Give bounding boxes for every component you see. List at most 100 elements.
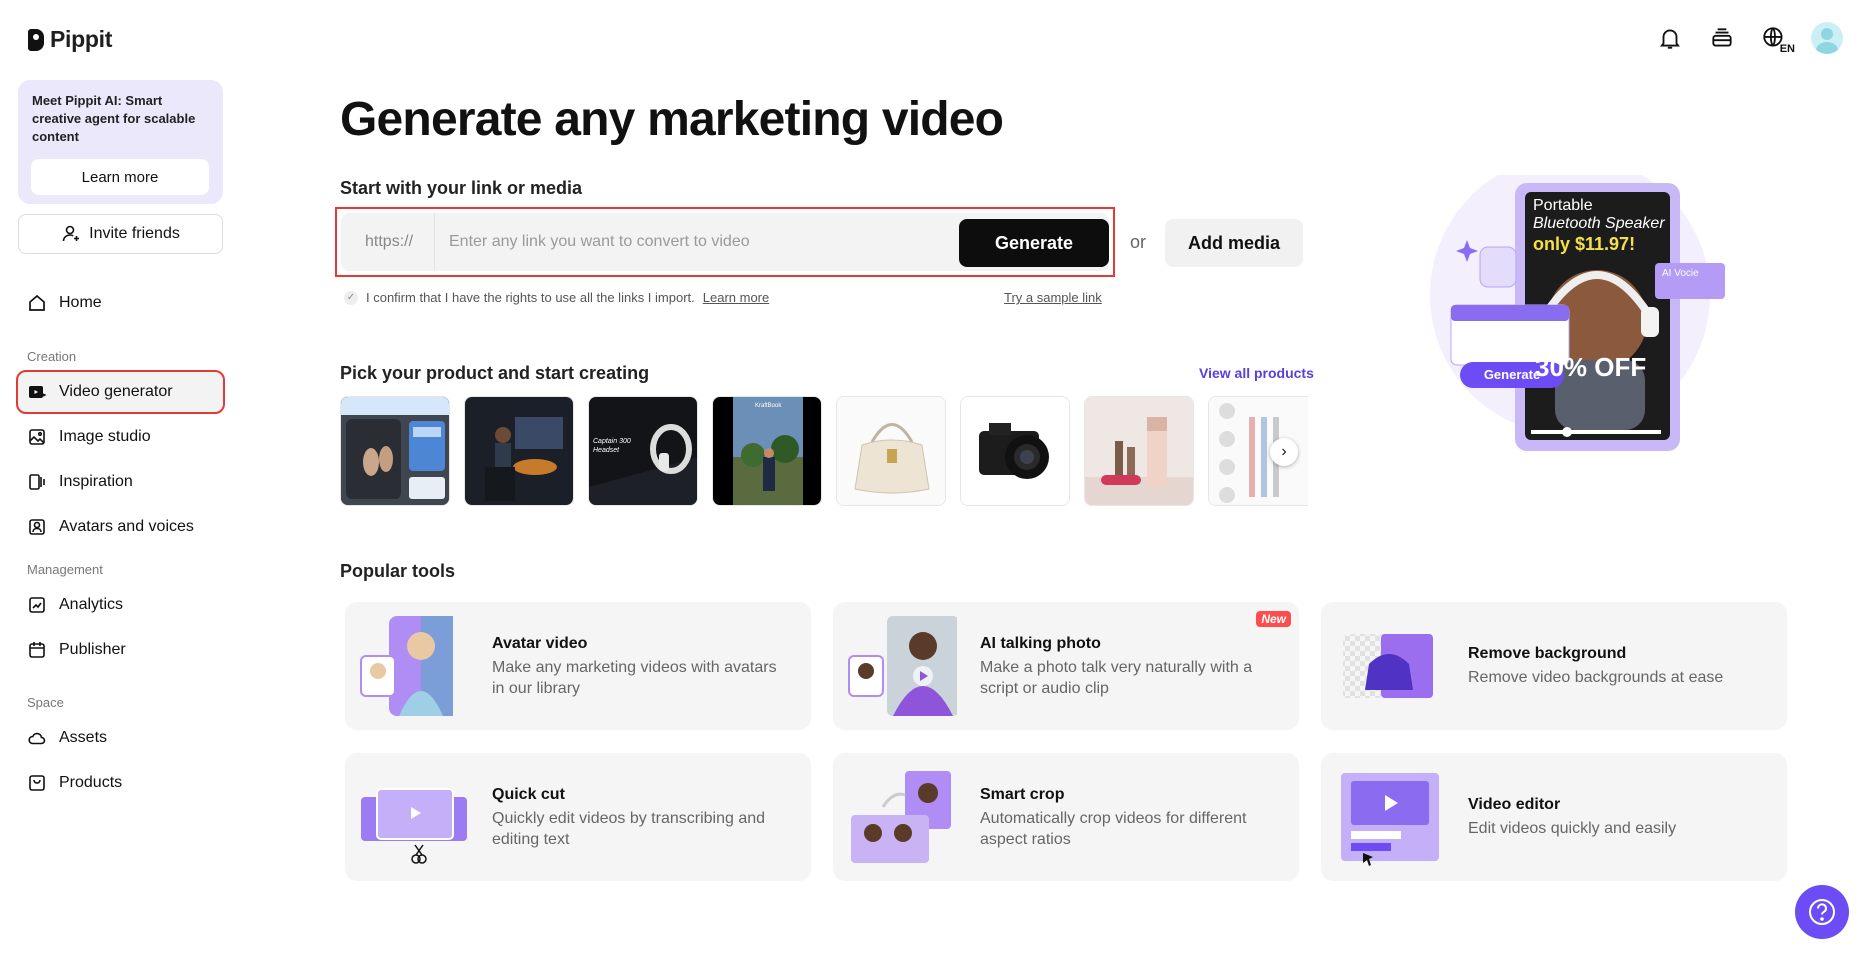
generate-button[interactable]: Generate bbox=[959, 219, 1109, 267]
tool-ai-talking-photo[interactable]: New AI talking photo Make a photo talk v… bbox=[833, 602, 1299, 730]
promo-card: Meet Pippit AI: Smart creative agent for… bbox=[18, 80, 223, 204]
tool-name: Smart crop bbox=[980, 786, 1065, 803]
sidebar-item-label: Analytics bbox=[59, 596, 124, 613]
product-thumbnail[interactable] bbox=[340, 396, 450, 506]
url-prefix: https:// bbox=[365, 233, 414, 250]
popular-tools-heading: Popular tools bbox=[340, 561, 456, 581]
language-code: EN bbox=[1779, 43, 1795, 55]
section-space: Space bbox=[27, 695, 64, 710]
sidebar-item-home[interactable]: Home bbox=[18, 283, 223, 323]
hero-price: only $11.97! bbox=[1533, 234, 1636, 254]
language-selector[interactable]: EN bbox=[1759, 23, 1795, 55]
help-icon bbox=[1809, 899, 1835, 925]
tool-name: Avatar video bbox=[492, 635, 588, 652]
add-user-icon bbox=[61, 224, 81, 244]
tool-remove-background[interactable]: Remove background Remove video backgroun… bbox=[1321, 602, 1787, 730]
link-section-heading: Start with your link or media bbox=[340, 178, 583, 198]
tool-smart-crop[interactable]: Smart crop Automatically crop videos for… bbox=[833, 753, 1299, 881]
product-thumbnail[interactable]: Captain 300 Headset bbox=[588, 396, 698, 506]
divider bbox=[434, 213, 435, 271]
analytics-icon bbox=[27, 595, 47, 615]
svg-text:KraftBook: KraftBook bbox=[755, 403, 782, 409]
hero-ai-voice-chip: AI Vocie bbox=[1662, 268, 1699, 279]
hero-line-2: Bluetooth Speaker bbox=[1533, 215, 1665, 232]
top-bar: EN bbox=[1655, 22, 1865, 55]
tool-description: Automatically crop videos for different … bbox=[980, 810, 1247, 848]
new-badge: New bbox=[1256, 611, 1291, 627]
link-input-group: https:// Generate bbox=[341, 213, 1109, 271]
remove-background-thumbnail bbox=[1335, 616, 1445, 716]
help-button[interactable] bbox=[1795, 885, 1849, 939]
sidebar-item-label: Avatars and voices bbox=[59, 518, 194, 535]
tool-name: Remove background bbox=[1468, 645, 1627, 662]
video-editor-thumbnail bbox=[1335, 767, 1445, 867]
tool-video-editor[interactable]: Video editor Edit videos quickly and eas… bbox=[1321, 753, 1787, 881]
product-thumbnail[interactable] bbox=[960, 396, 1070, 506]
video-generator-icon bbox=[27, 382, 47, 402]
sidebar-item-label: Publisher bbox=[59, 641, 126, 658]
sidebar-item-products[interactable]: Products bbox=[18, 763, 223, 803]
sidebar-item-label: Products bbox=[59, 774, 123, 791]
sidebar-item-label: Home bbox=[59, 294, 102, 311]
sidebar-item-avatars-voices[interactable]: Avatars and voices bbox=[18, 507, 223, 547]
try-sample-link[interactable]: Try a sample link bbox=[1004, 290, 1102, 305]
stack-icon[interactable] bbox=[1707, 23, 1737, 53]
product-thumbnail[interactable] bbox=[464, 396, 574, 506]
home-icon bbox=[27, 293, 47, 313]
product-thumbnail[interactable] bbox=[1084, 396, 1194, 506]
link-input-highlight: https:// Generate bbox=[335, 207, 1115, 277]
quick-cut-thumbnail bbox=[359, 767, 469, 867]
sidebar-item-label: Image studio bbox=[59, 428, 151, 445]
sidebar-item-analytics[interactable]: Analytics bbox=[18, 585, 223, 625]
hero-generate-label: Generate bbox=[1483, 367, 1541, 382]
tool-description: Make a photo talk very naturally with a … bbox=[980, 659, 1253, 697]
tool-description: Quickly edit videos by transcribing and … bbox=[492, 810, 766, 848]
chevron-right-icon: › bbox=[1281, 443, 1287, 460]
user-avatar[interactable] bbox=[1811, 22, 1843, 54]
sidebar-item-video-generator[interactable]: Video generator bbox=[16, 370, 225, 414]
logo-icon bbox=[28, 28, 44, 51]
bell-icon[interactable] bbox=[1655, 23, 1685, 53]
product-box-icon bbox=[27, 773, 47, 793]
tool-avatar-video[interactable]: Avatar video Make any marketing videos w… bbox=[345, 602, 811, 730]
sidebar-item-label: Inspiration bbox=[59, 473, 133, 490]
learn-more-button[interactable]: Learn more bbox=[31, 159, 209, 195]
confirm-text: I confirm that I have the rights to use … bbox=[366, 290, 695, 305]
add-media-button[interactable]: Add media bbox=[1165, 219, 1303, 267]
calendar-icon bbox=[27, 640, 47, 660]
tool-description: Edit videos quickly and easily bbox=[1468, 820, 1677, 837]
sidebar-item-assets[interactable]: Assets bbox=[18, 718, 223, 758]
sidebar-item-label: Assets bbox=[59, 729, 108, 746]
confirm-checkbox[interactable]: ✓ bbox=[344, 290, 358, 305]
promo-text: Meet Pippit AI: Smart creative agent for… bbox=[32, 93, 196, 144]
confirm-learn-more-link[interactable]: Learn more bbox=[703, 290, 769, 305]
invite-friends-button[interactable]: Invite friends bbox=[18, 214, 223, 254]
carousel-next-button[interactable]: › bbox=[1270, 438, 1298, 466]
or-label: or bbox=[1130, 232, 1147, 252]
pippit-logo[interactable]: Pippit bbox=[28, 26, 112, 53]
tool-quick-cut[interactable]: Quick cut Quickly edit videos by transcr… bbox=[345, 753, 811, 881]
talking-photo-thumbnail bbox=[847, 616, 959, 716]
page-title: Generate any marketing video bbox=[340, 93, 1004, 146]
hero-illustration: Portable Bluetooth Speaker only $11.97! … bbox=[1385, 155, 1745, 515]
sidebar-item-publisher[interactable]: Publisher bbox=[18, 630, 223, 670]
smart-crop-thumbnail bbox=[847, 767, 957, 867]
link-input[interactable] bbox=[449, 213, 929, 271]
cloud-icon bbox=[27, 728, 47, 748]
invite-label: Invite friends bbox=[89, 225, 180, 242]
image-studio-icon bbox=[27, 427, 47, 447]
view-all-products-link[interactable]: View all products bbox=[1199, 365, 1314, 381]
product-carousel: Captain 300 Headset KraftBook › bbox=[340, 396, 1308, 506]
avatar-video-thumbnail bbox=[359, 616, 469, 716]
product-thumbnail[interactable] bbox=[836, 396, 946, 506]
sidebar: Pippit Meet Pippit AI: Smart creative ag… bbox=[0, 0, 240, 969]
avatar-icon bbox=[27, 517, 47, 537]
product-thumbnail[interactable]: KraftBook bbox=[712, 396, 822, 506]
svg-text:Captain 300: Captain 300 bbox=[593, 438, 631, 445]
sidebar-item-inspiration[interactable]: Inspiration bbox=[18, 462, 223, 502]
sidebar-item-label: Video generator bbox=[59, 383, 173, 400]
rights-confirmation: ✓ I confirm that I have the rights to us… bbox=[344, 290, 769, 305]
sidebar-item-image-studio[interactable]: Image studio bbox=[18, 417, 223, 457]
hero-line-1: Portable bbox=[1533, 197, 1593, 214]
logo-text: Pippit bbox=[50, 26, 113, 52]
